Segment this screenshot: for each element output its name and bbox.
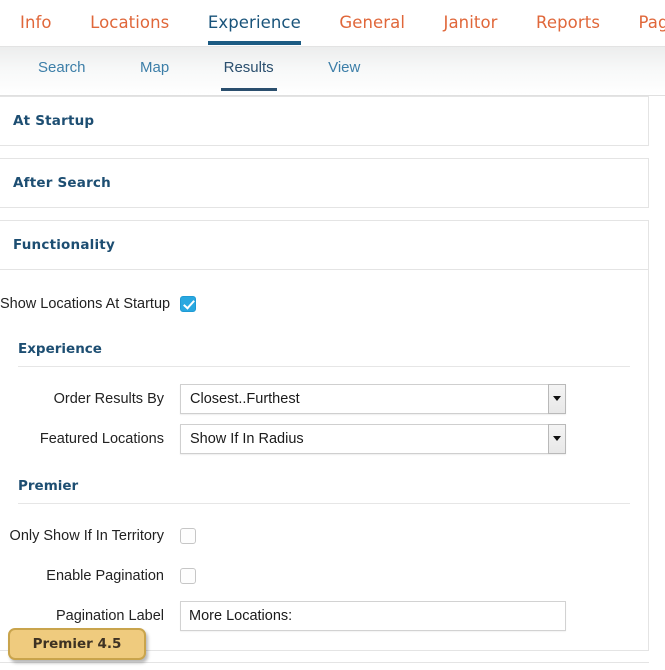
sub-tab-view[interactable]: View xyxy=(328,47,360,95)
main-tab-info[interactable]: Info xyxy=(20,0,52,47)
chevron-down-icon[interactable] xyxy=(548,423,566,454)
panel-functionality: Functionality xyxy=(0,220,649,270)
section-title-premier: Premier xyxy=(18,478,630,504)
select-order-results-by-value: Closest..Furthest xyxy=(190,390,300,407)
checkbox-show-locations-at-startup[interactable] xyxy=(180,295,196,312)
settings-panels: At Startup After Search Functionality Sh… xyxy=(0,96,665,651)
main-tab-reports[interactable]: Reports xyxy=(536,0,600,47)
section-title-experience: Experience xyxy=(18,341,630,367)
chevron-down-icon[interactable] xyxy=(548,383,566,414)
main-tab-locations[interactable]: Locations xyxy=(90,0,169,47)
checkbox-only-show-if-in-territory[interactable] xyxy=(180,527,196,544)
row-show-locations-at-startup: Show Locations At Startup xyxy=(0,288,648,319)
sub-tab-bar: Search Map Results View xyxy=(0,47,665,96)
panel-header-at-startup[interactable]: At Startup xyxy=(0,97,648,145)
row-pagination-label: Pagination Label xyxy=(0,600,648,631)
main-tab-experience[interactable]: Experience xyxy=(207,0,301,47)
label-only-show-if-in-territory: Only Show If In Territory xyxy=(9,527,164,544)
row-only-show-if-in-territory: Only Show If In Territory xyxy=(0,520,648,551)
select-order-results-by[interactable]: Closest..Furthest xyxy=(180,383,566,414)
select-featured-locations[interactable]: Show If In Radius xyxy=(180,423,566,454)
panel-header-functionality[interactable]: Functionality xyxy=(0,221,648,269)
panel-functionality-body: Show Locations At Startup Experience Ord… xyxy=(0,270,649,651)
main-tab-general[interactable]: General xyxy=(339,0,405,47)
panel-header-after-search[interactable]: After Search xyxy=(0,159,648,207)
label-order-results-by: Order Results By xyxy=(53,390,164,407)
sub-tab-results[interactable]: Results xyxy=(220,47,277,95)
main-tab-pages[interactable]: Pages xyxy=(638,0,665,47)
bottom-divider xyxy=(0,662,649,663)
sub-tab-search[interactable]: Search xyxy=(38,47,86,95)
input-pagination-label[interactable] xyxy=(180,600,566,631)
row-featured-locations: Featured Locations Show If In Radius xyxy=(0,423,648,454)
main-tab-bar: Info Locations Experience General Janito… xyxy=(0,0,665,47)
panel-at-startup: At Startup xyxy=(0,96,649,146)
label-featured-locations: Featured Locations xyxy=(39,430,164,447)
row-enable-pagination: Enable Pagination xyxy=(0,560,648,591)
row-order-results-by: Order Results By Closest..Furthest xyxy=(0,383,648,414)
label-enable-pagination: Enable Pagination xyxy=(46,567,164,584)
panel-after-search: After Search xyxy=(0,158,649,208)
main-tab-janitor[interactable]: Janitor xyxy=(444,0,498,47)
checkbox-enable-pagination[interactable] xyxy=(180,567,196,584)
premier-version-badge[interactable]: Premier 4.5 xyxy=(8,628,146,660)
sub-tab-map[interactable]: Map xyxy=(140,47,169,95)
label-show-locations-at-startup: Show Locations At Startup xyxy=(0,295,171,312)
premier-version-badge-label: Premier 4.5 xyxy=(32,636,122,652)
label-pagination-label: Pagination Label xyxy=(55,607,164,624)
select-featured-locations-value: Show If In Radius xyxy=(190,430,304,447)
